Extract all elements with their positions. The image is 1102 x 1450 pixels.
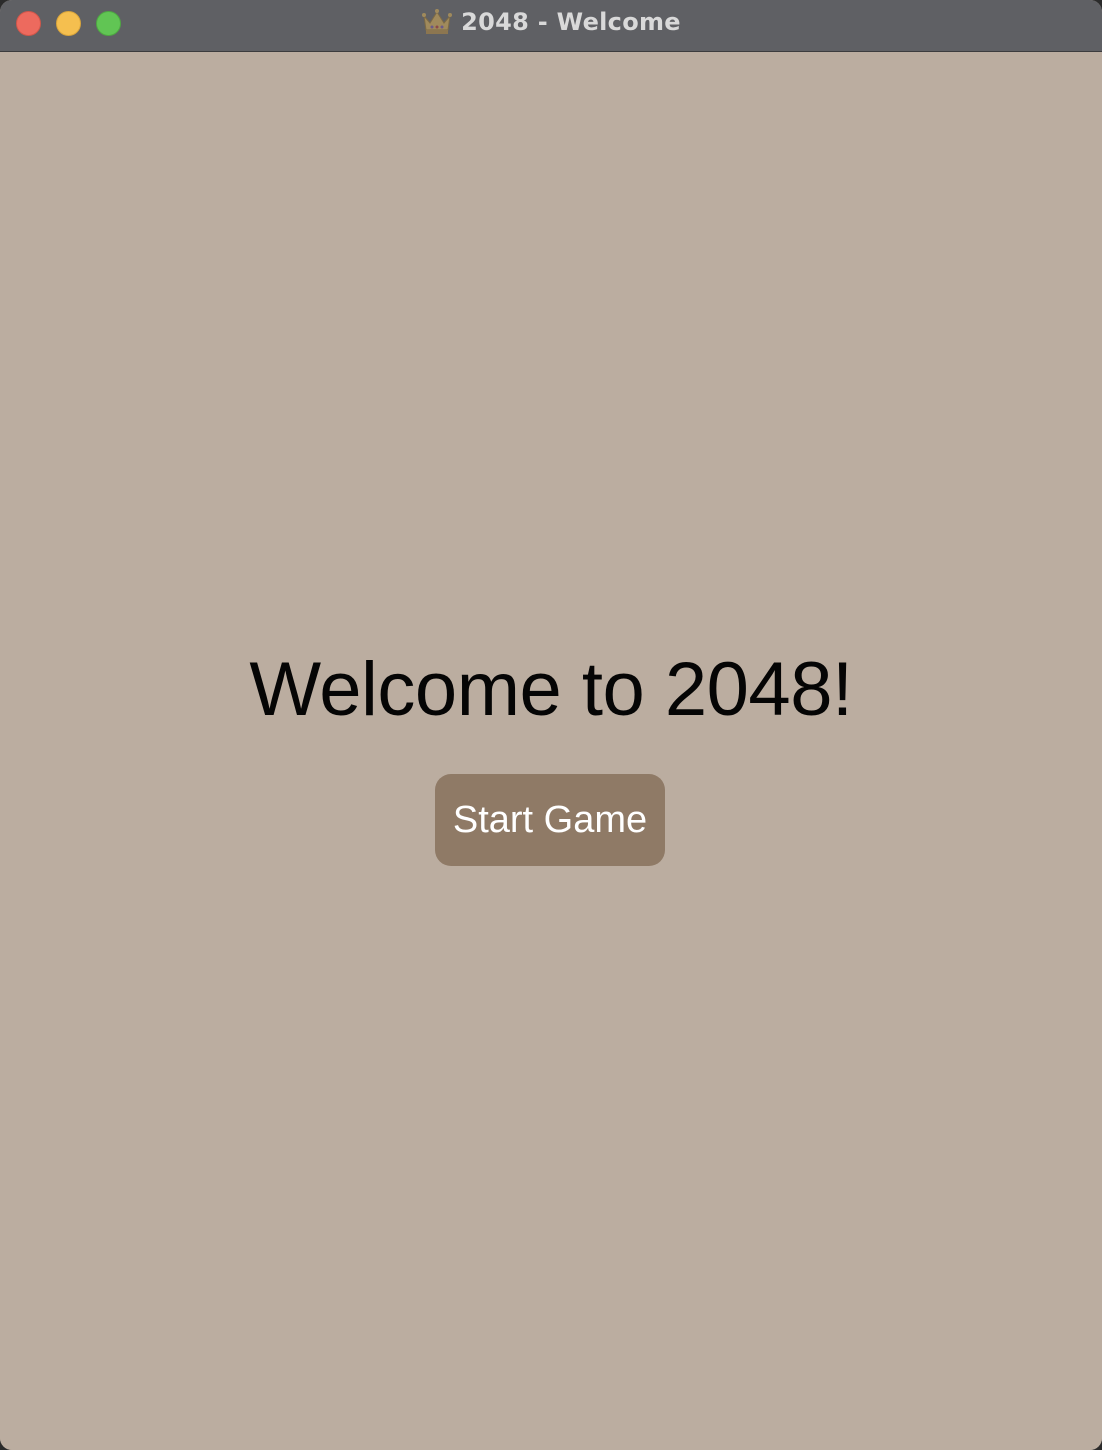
welcome-heading: Welcome to 2048! <box>249 647 853 732</box>
app-window: 2048 - Welcome Welcome to 2048! Start Ga… <box>0 0 1102 1450</box>
window-title-text: 2048 - Welcome <box>461 8 681 36</box>
window-title: 2048 - Welcome <box>0 0 1102 44</box>
title-bar[interactable]: 2048 - Welcome <box>0 0 1102 52</box>
start-game-button[interactable]: Start Game <box>435 774 665 866</box>
welcome-screen: Welcome to 2048! Start Game <box>0 53 1102 1450</box>
crown-icon <box>421 8 453 36</box>
